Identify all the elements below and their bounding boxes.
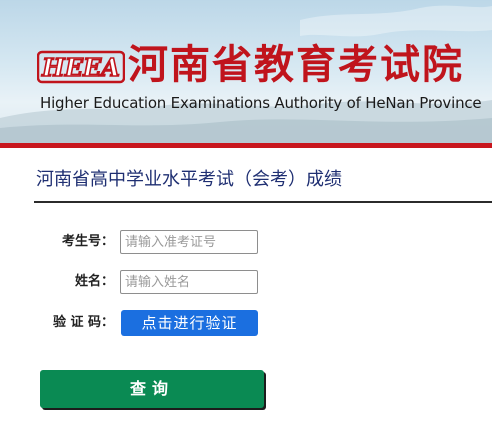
exam-number-label: 考生号： (61, 234, 114, 249)
site-title-chinese: 河南省教育考试院 (128, 42, 464, 88)
logo-text: HEEA (41, 53, 120, 82)
header-banner: HEEA 河南省教育考试院 Higher Education Examinati… (0, 0, 492, 146)
site-title-english: Higher Education Examinations Authority … (40, 94, 482, 112)
query-button[interactable]: 查询 (40, 370, 264, 408)
name-input[interactable] (120, 270, 258, 294)
captcha-verify-button[interactable]: 点击进行验证 (121, 310, 258, 336)
exam-number-input[interactable] (120, 230, 258, 254)
captcha-label: 验 证 码： (52, 315, 114, 330)
title-divider (34, 201, 492, 203)
header-red-divider (0, 143, 492, 148)
name-label: 姓名： (74, 274, 114, 289)
page-title: 河南省高中学业水平考试（会考）成绩 (36, 169, 342, 190)
heea-logo: HEEA (36, 50, 126, 84)
